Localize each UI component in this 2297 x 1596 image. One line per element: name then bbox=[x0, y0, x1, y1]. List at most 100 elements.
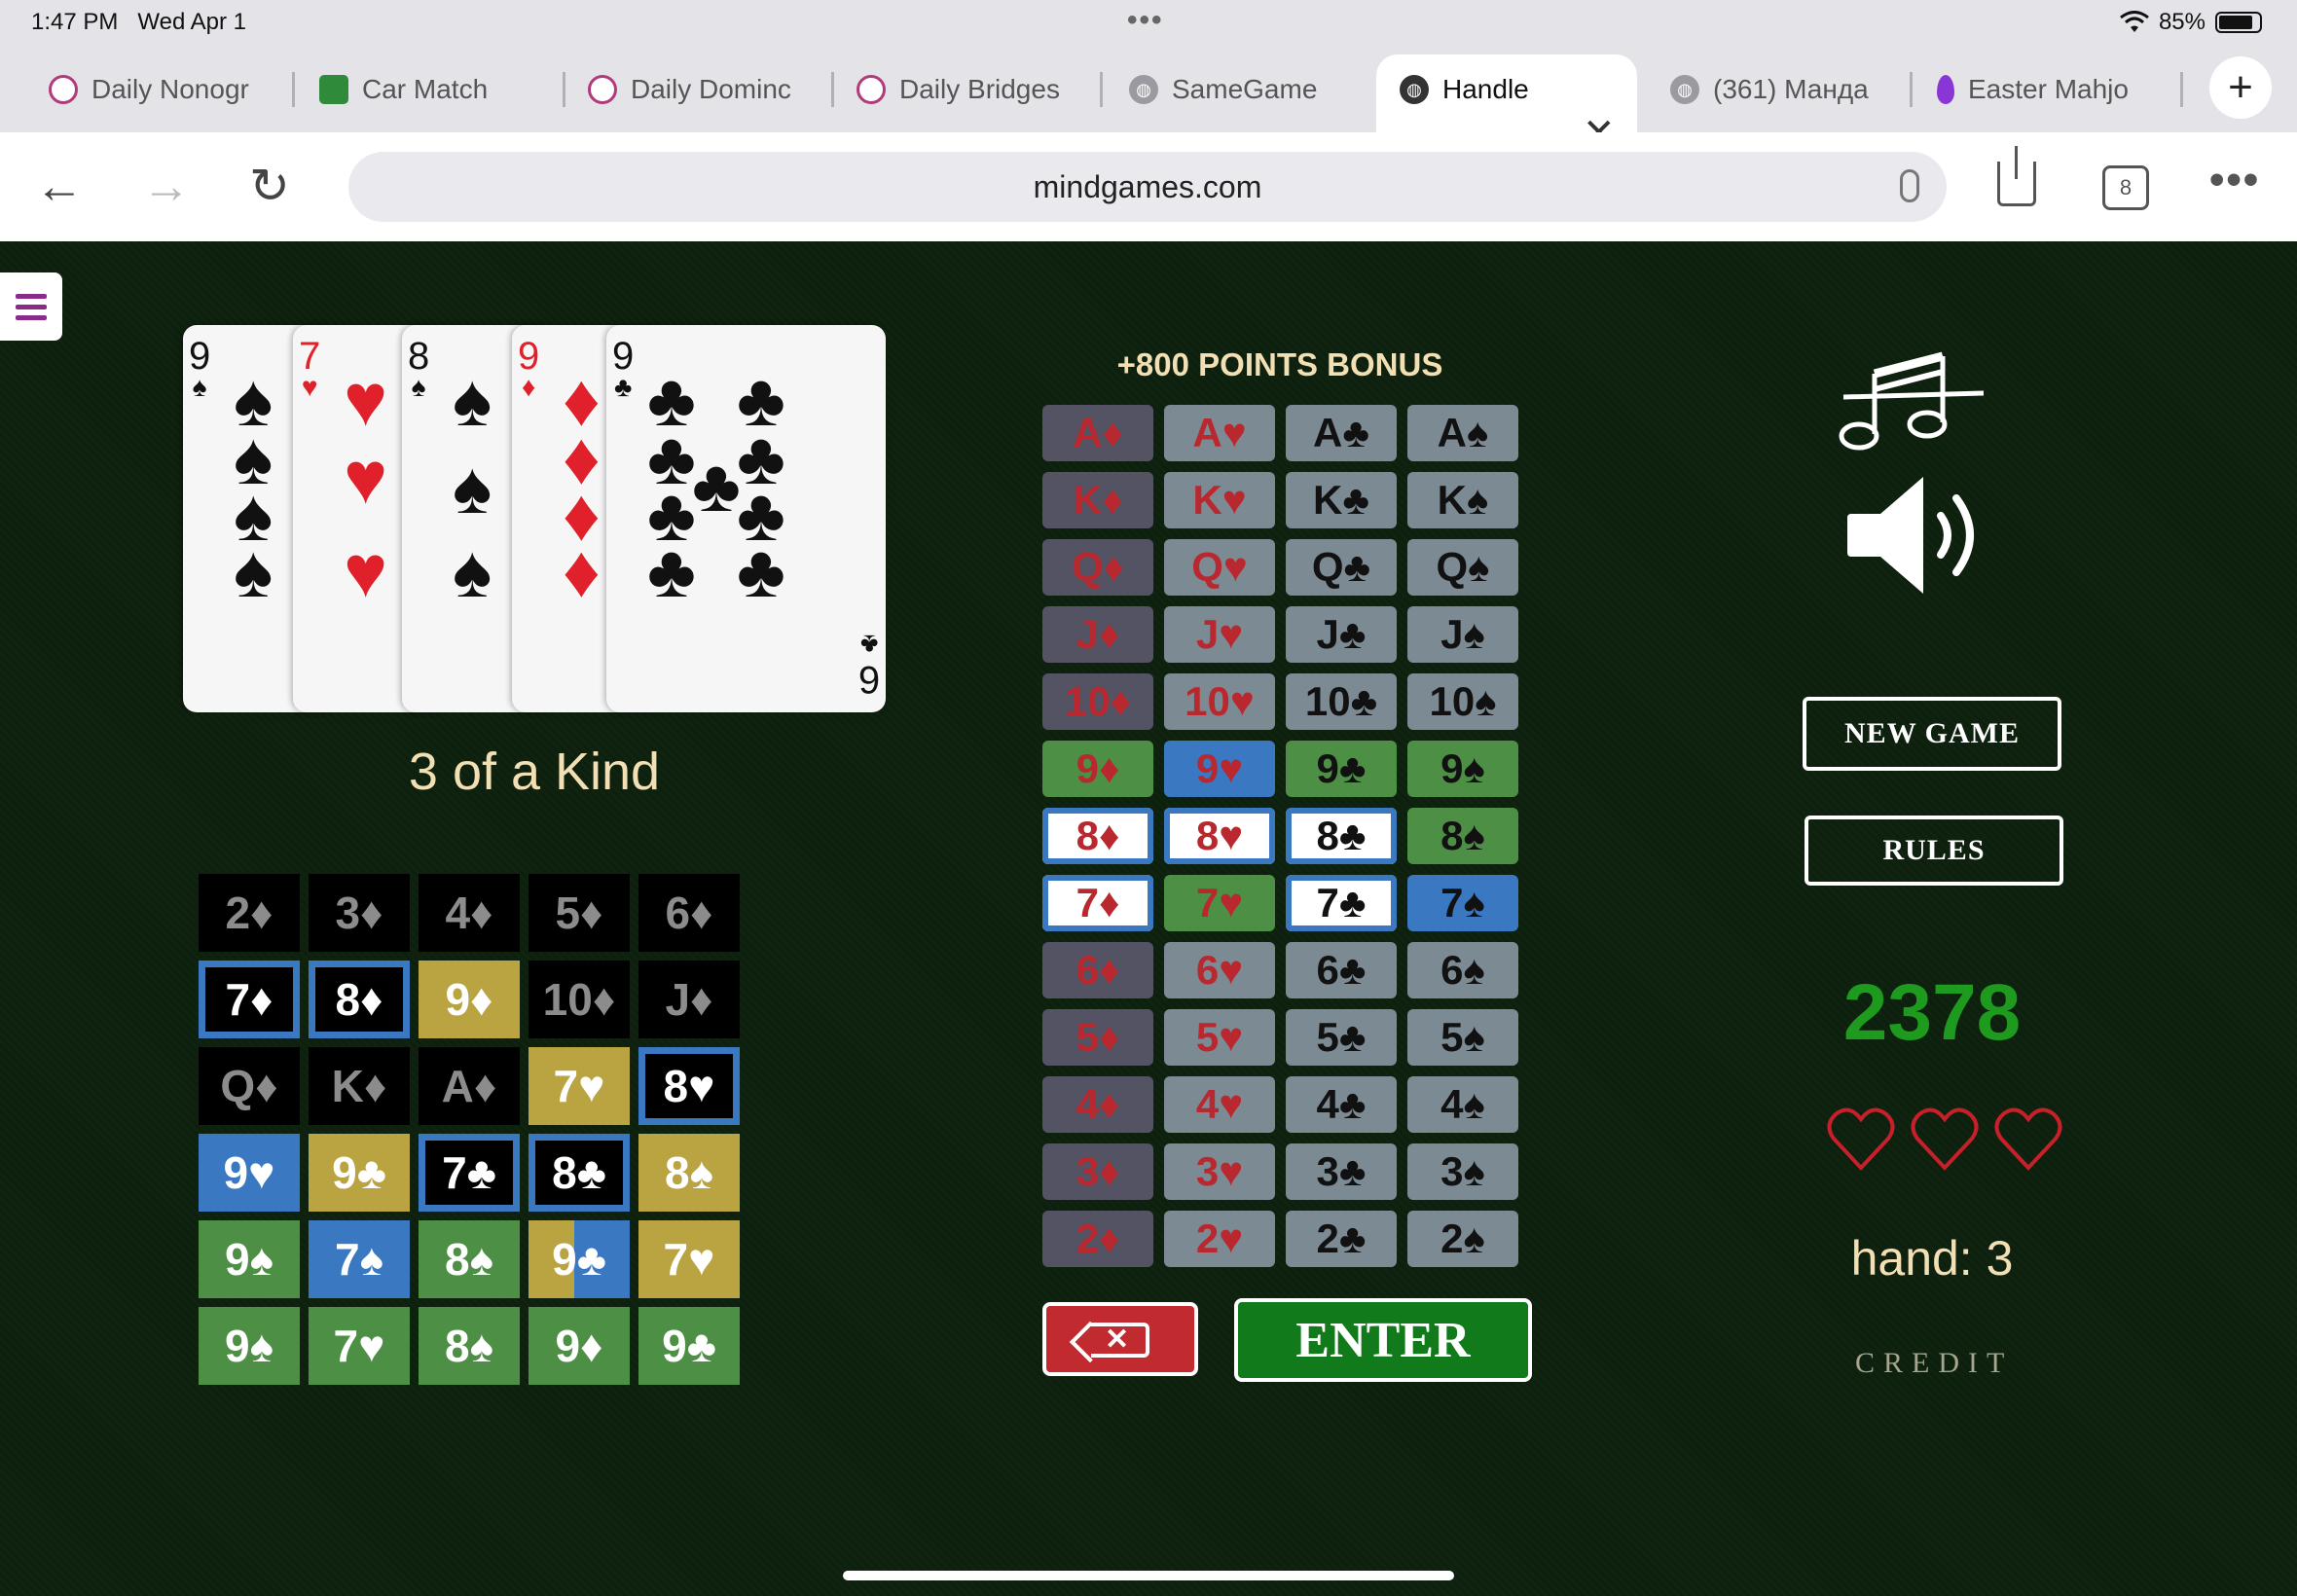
card-key[interactable]: J♠ bbox=[1407, 606, 1518, 663]
hamburger-menu-icon[interactable] bbox=[0, 272, 62, 341]
card-key[interactable]: K♥ bbox=[1164, 472, 1275, 528]
card-key[interactable]: 9♥ bbox=[1164, 741, 1275, 797]
card-key[interactable]: 10♠ bbox=[1407, 673, 1518, 730]
history-cell: 7♥ bbox=[638, 1220, 740, 1298]
tab-car-match[interactable]: Car Match bbox=[319, 70, 533, 109]
history-cell: 7♠ bbox=[309, 1220, 410, 1298]
card-key[interactable]: 6♣ bbox=[1286, 942, 1397, 998]
card-key[interactable]: 3♦ bbox=[1042, 1143, 1153, 1200]
card-key[interactable]: Q♠ bbox=[1407, 539, 1518, 596]
card-key[interactable]: 6♦ bbox=[1042, 942, 1153, 998]
history-cell: K♦ bbox=[309, 1047, 410, 1125]
card-key[interactable]: 3♠ bbox=[1407, 1143, 1518, 1200]
tab-daily-dominosa[interactable]: Daily Dominc bbox=[588, 70, 810, 109]
tab-daily-nonograms[interactable]: Daily Nonogr bbox=[49, 70, 273, 109]
suit-pip: ♥ bbox=[344, 437, 388, 520]
card-key[interactable]: 10♦ bbox=[1042, 673, 1153, 730]
card-key[interactable]: 2♦ bbox=[1042, 1211, 1153, 1267]
history-cell: 9♠ bbox=[199, 1220, 300, 1298]
card-key[interactable]: 4♥ bbox=[1164, 1076, 1275, 1133]
card-key[interactable]: 9♣ bbox=[1286, 741, 1397, 797]
globe-icon: ◍ bbox=[1129, 75, 1158, 104]
card-key[interactable]: 2♠ bbox=[1407, 1211, 1518, 1267]
card-key[interactable]: 7♦ bbox=[1042, 875, 1153, 931]
card-key[interactable]: A♠ bbox=[1407, 405, 1518, 461]
card-key[interactable]: 8♣ bbox=[1286, 808, 1397, 864]
more-icon[interactable]: ••• bbox=[2209, 156, 2260, 204]
card-key[interactable]: 8♠ bbox=[1407, 808, 1518, 864]
card-key[interactable]: 5♦ bbox=[1042, 1009, 1153, 1066]
tab-daily-bridges[interactable]: Daily Bridges bbox=[857, 70, 1078, 109]
card-key[interactable]: K♣ bbox=[1286, 472, 1397, 528]
history-cell: 7♣ bbox=[419, 1134, 520, 1212]
card-key[interactable]: A♥ bbox=[1164, 405, 1275, 461]
microphone-icon[interactable] bbox=[1900, 169, 1919, 202]
tab-handle[interactable]: ◍ Handle bbox=[1400, 70, 1575, 109]
card-key[interactable]: 7♠ bbox=[1407, 875, 1518, 931]
card-index: 9 ♣ bbox=[612, 335, 635, 402]
battery-percent: 85% bbox=[2158, 9, 2206, 35]
card-key[interactable]: 2♣ bbox=[1286, 1211, 1397, 1267]
music-icon[interactable] bbox=[1836, 348, 1991, 455]
card-key[interactable]: 4♦ bbox=[1042, 1076, 1153, 1133]
tab-easter-mahjong[interactable]: Easter Mahjo bbox=[1937, 70, 2161, 109]
card-key[interactable]: 3♥ bbox=[1164, 1143, 1275, 1200]
card-key[interactable]: Q♦ bbox=[1042, 539, 1153, 596]
card-key[interactable]: 2♥ bbox=[1164, 1211, 1275, 1267]
back-arrow-icon[interactable]: ← bbox=[35, 158, 84, 214]
heart-icon bbox=[1994, 1107, 2062, 1171]
enter-button[interactable]: ENTER bbox=[1234, 1298, 1532, 1382]
card-key[interactable]: 6♠ bbox=[1407, 942, 1518, 998]
forward-arrow-icon[interactable]: → bbox=[142, 158, 191, 214]
card-key[interactable]: 8♥ bbox=[1164, 808, 1275, 864]
card-key[interactable]: J♣ bbox=[1286, 606, 1397, 663]
status-right: 85% bbox=[2120, 9, 2262, 36]
card-key[interactable]: 5♣ bbox=[1286, 1009, 1397, 1066]
credit-link[interactable]: CREDIT bbox=[1855, 1347, 2013, 1380]
card-key[interactable]: 9♠ bbox=[1407, 741, 1518, 797]
card-key[interactable]: 7♥ bbox=[1164, 875, 1275, 931]
wifi-icon bbox=[2120, 11, 2149, 32]
card-key[interactable]: 9♦ bbox=[1042, 741, 1153, 797]
brain-icon bbox=[588, 75, 617, 104]
history-cell: 7♥ bbox=[529, 1047, 630, 1125]
url-field[interactable]: mindgames.com bbox=[348, 152, 1947, 222]
card-key[interactable]: K♠ bbox=[1407, 472, 1518, 528]
tab-samegame[interactable]: ◍ SameGame bbox=[1129, 70, 1353, 109]
card-key[interactable]: K♦ bbox=[1042, 472, 1153, 528]
history-cell: J♦ bbox=[638, 961, 740, 1038]
tab-overview-button[interactable]: 8 bbox=[2102, 165, 2149, 210]
rules-button[interactable]: RULES bbox=[1805, 816, 2063, 886]
history-cell: 9♣ bbox=[309, 1134, 410, 1212]
history-cell: 9♣ bbox=[638, 1307, 740, 1385]
reload-icon[interactable]: ↻ bbox=[249, 158, 290, 214]
new-game-button[interactable]: NEW GAME bbox=[1803, 697, 2061, 771]
card-key[interactable]: A♦ bbox=[1042, 405, 1153, 461]
card-key[interactable]: 7♣ bbox=[1286, 875, 1397, 931]
multitask-dots[interactable]: ••• bbox=[1127, 4, 1164, 37]
card-key[interactable]: 5♥ bbox=[1164, 1009, 1275, 1066]
card-key[interactable]: 4♣ bbox=[1286, 1076, 1397, 1133]
egg-icon bbox=[1937, 75, 1954, 104]
card-key[interactable]: J♥ bbox=[1164, 606, 1275, 663]
card-key[interactable]: Q♣ bbox=[1286, 539, 1397, 596]
card-key[interactable]: Q♥ bbox=[1164, 539, 1275, 596]
card-key[interactable]: A♣ bbox=[1286, 405, 1397, 461]
new-tab-button[interactable]: + bbox=[2209, 56, 2272, 119]
tab-youtube[interactable]: ◍ (361) Манда bbox=[1670, 70, 1884, 109]
navigation-bar: ← → ↻ mindgames.com 8 ••• bbox=[0, 132, 2297, 241]
card-key[interactable]: 4♠ bbox=[1407, 1076, 1518, 1133]
card-key[interactable]: 10♥ bbox=[1164, 673, 1275, 730]
home-indicator[interactable] bbox=[843, 1571, 1454, 1580]
card-key[interactable]: 10♣ bbox=[1286, 673, 1397, 730]
backspace-button[interactable]: ✕ bbox=[1042, 1302, 1198, 1376]
card-key[interactable]: 5♠ bbox=[1407, 1009, 1518, 1066]
card-key[interactable]: 8♦ bbox=[1042, 808, 1153, 864]
card-key[interactable]: 6♥ bbox=[1164, 942, 1275, 998]
share-icon[interactable] bbox=[1997, 146, 2036, 206]
battery-icon bbox=[2215, 12, 2262, 33]
speaker-icon[interactable] bbox=[1845, 471, 1991, 599]
url-text: mindgames.com bbox=[1033, 168, 1262, 204]
card-key[interactable]: 3♣ bbox=[1286, 1143, 1397, 1200]
card-key[interactable]: J♦ bbox=[1042, 606, 1153, 663]
